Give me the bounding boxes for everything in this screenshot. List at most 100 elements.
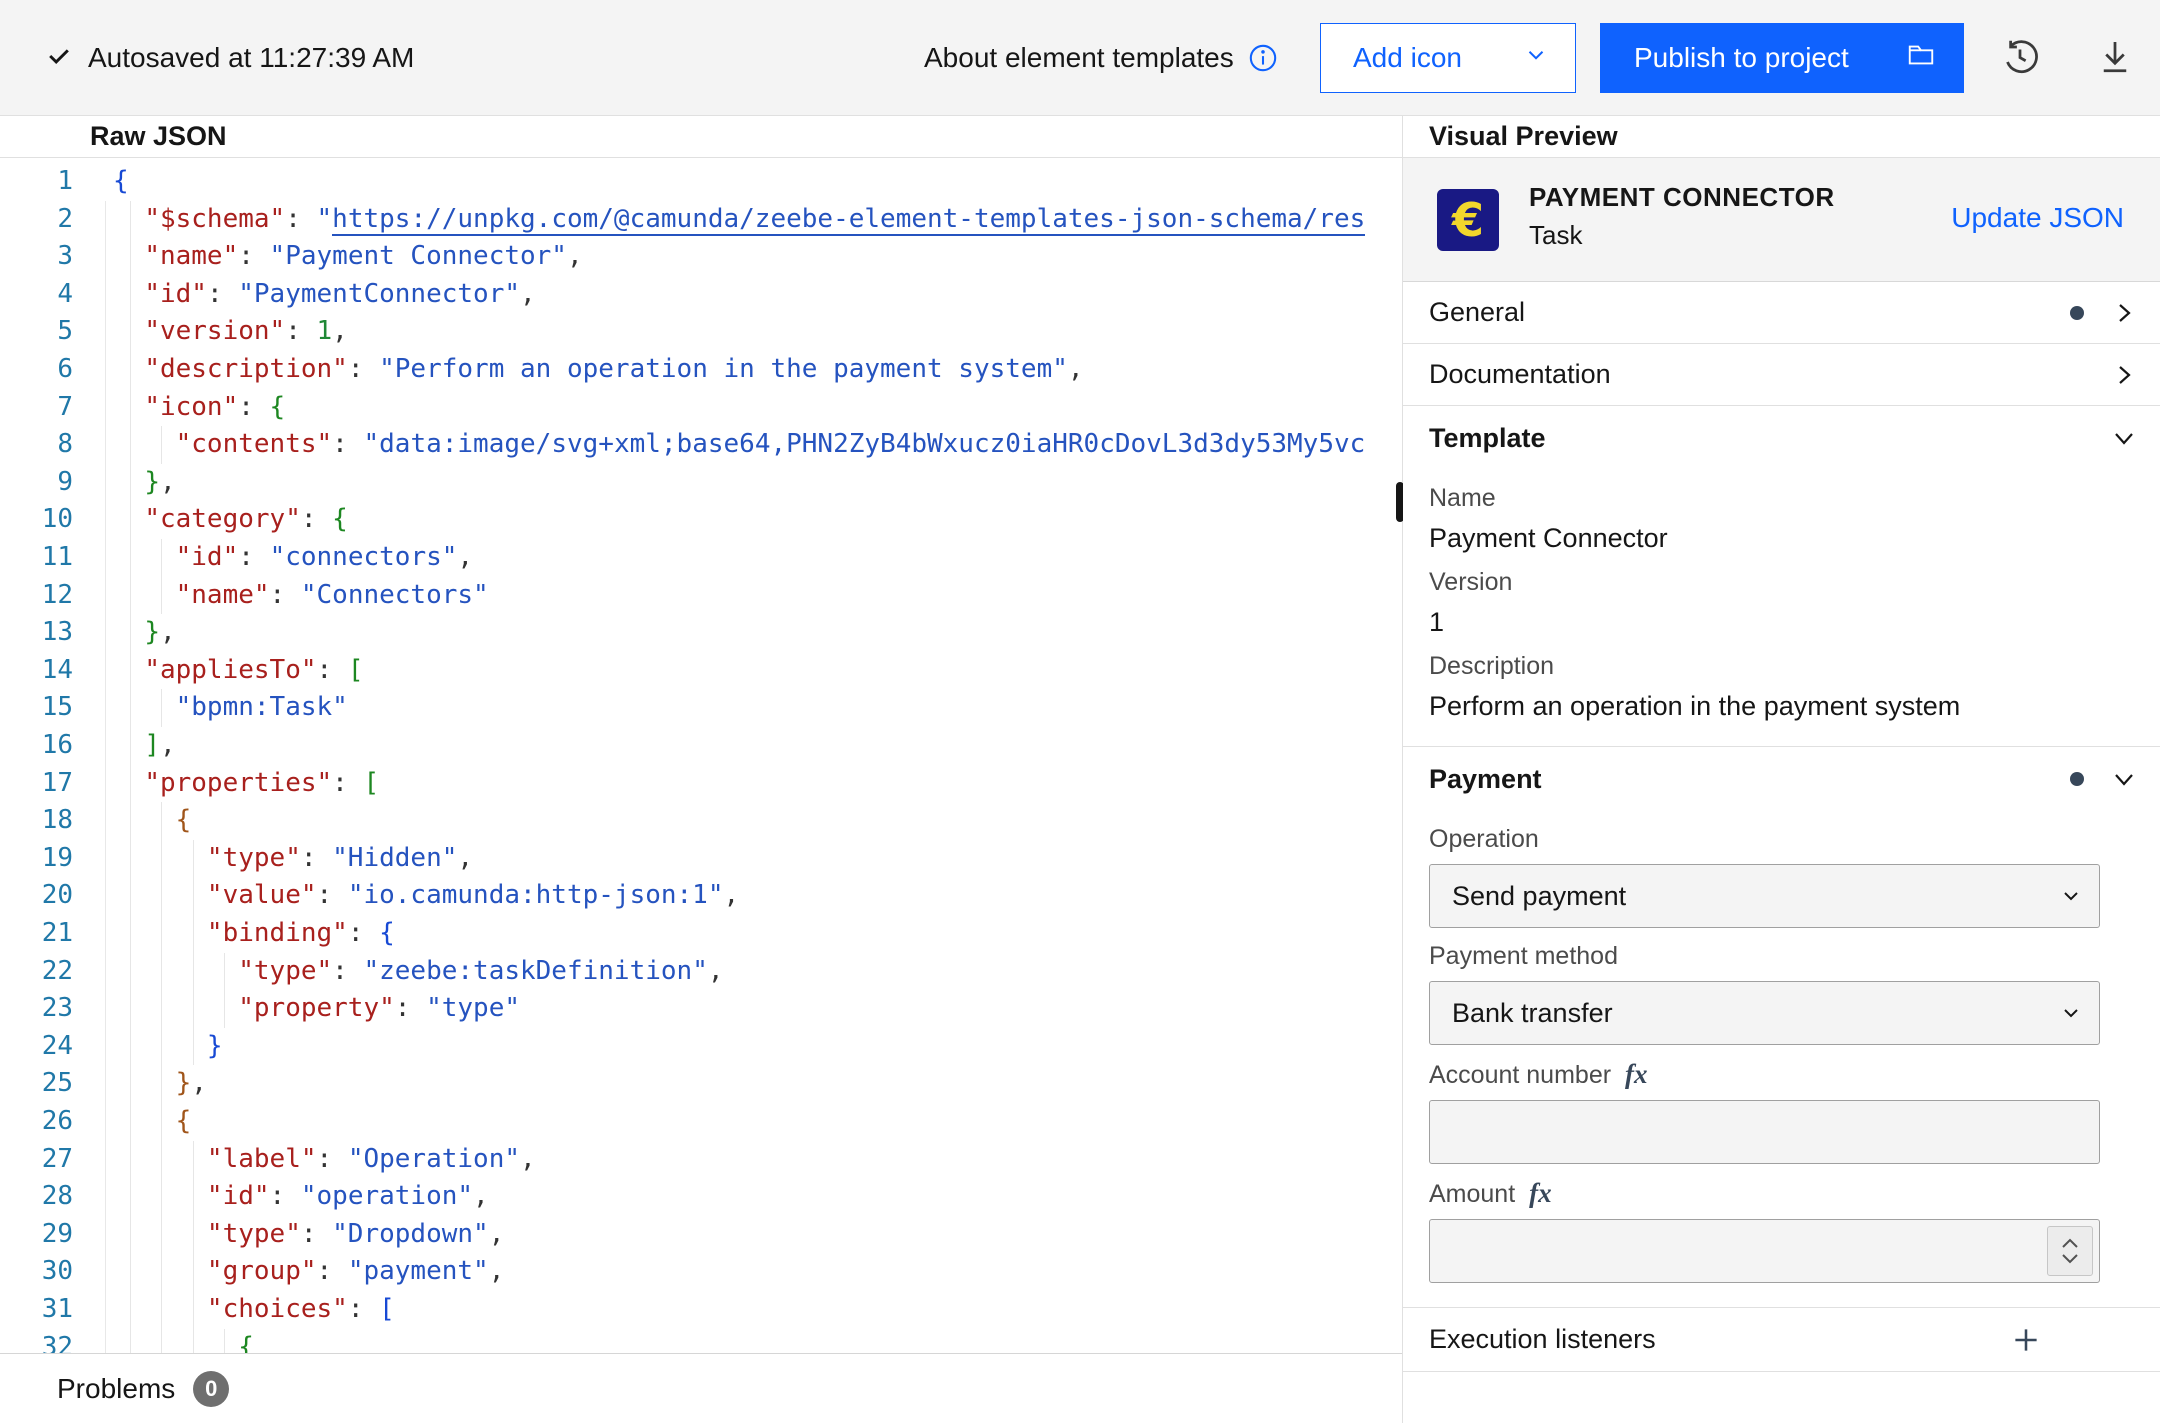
line-number: 13 [41,617,73,648]
publish-to-project-button[interactable]: Publish to project [1600,23,1964,93]
code-line-text: "bpmn:Task" [175,692,348,723]
account-number-label-text: Account number [1429,1061,1612,1089]
code-line-text: "name": "Connectors" [175,579,489,610]
account-number-label: Account number fx [1429,1059,2134,1090]
line-number: 3 [57,241,73,272]
code-line: 7 "icon": { [0,388,1402,427]
code-line: 26 { [0,1103,1402,1141]
problems-toggle[interactable]: Problems 0 [57,1354,230,1424]
line-number: 1 [57,166,73,196]
code-line: 19 "type": "Hidden", [0,839,1402,878]
element-euro-icon: € [1437,189,1499,251]
line-number: 25 [41,1068,73,1099]
code-line: 28 "id": "operation", [0,1178,1402,1216]
code-line-text: "id": "operation", [206,1181,489,1212]
line-number: 4 [57,278,73,309]
raw-json-editor[interactable]: 1{2 "$schema": "https://unpkg.com/@camun… [0,158,1402,1353]
code-line: 31 "choices": [ [0,1291,1402,1329]
code-line: 32 { [0,1328,1402,1353]
version-history-icon[interactable] [1999,37,2041,79]
code-line: 27 "label": "Operation", [0,1140,1402,1179]
modified-dot-icon [2070,305,2084,320]
code-line-text: "category": { [144,504,348,535]
code-line: 24 } [0,1027,1402,1066]
code-line: 21 "binding": { [0,915,1402,953]
code-line-text: }, [144,466,176,497]
code-line: 4 "id": "PaymentConnector", [0,275,1402,314]
raw-json-panel-title: Raw JSON [90,121,227,151]
operation-select[interactable]: Send payment [1429,864,2100,928]
template-version-label: Version [1429,568,1513,596]
chevron-down-icon [2108,763,2140,800]
line-number: 19 [41,842,73,873]
code-line-text: "property": "type" [238,993,521,1024]
account-number-input[interactable] [1430,1101,2099,1163]
group-template-header[interactable]: Template [1429,406,2134,470]
info-icon[interactable] [1248,43,1278,78]
line-number: 9 [57,466,73,497]
amount-field-wrap [1429,1219,2100,1283]
code-line: 30 "group": "payment", [0,1253,1402,1291]
number-stepper[interactable] [2047,1226,2093,1276]
payment-method-select[interactable]: Bank transfer [1429,981,2100,1045]
code-line: 22 "type": "zeebe:taskDefinition", [0,952,1402,991]
code-line-text: "version": 1, [144,316,348,347]
line-number: 28 [41,1181,73,1212]
folder-icon [1906,40,1936,77]
add-icon-button[interactable]: Add icon [1320,23,1576,93]
code-line: 18 { [0,802,1402,840]
group-documentation[interactable]: Documentation [1403,344,2160,406]
group-payment: Payment Operation Send payment Payment m… [1403,747,2160,1308]
update-json-link[interactable]: Update JSON [1951,202,2124,234]
group-general[interactable]: General [1403,282,2160,344]
line-number: 21 [41,918,73,948]
template-name-value: Payment Connector [1429,523,1668,553]
schema-url-link[interactable]: https://unpkg.com/@camunda/zeebe-element… [332,203,1366,236]
code-line: 12 "name": "Connectors" [0,576,1402,615]
autosave-status: Autosaved at 11:27:39 AM [88,42,415,73]
element-type: Task [1529,220,1583,250]
code-line-text: "group": "payment", [206,1256,505,1287]
line-number: 20 [41,880,73,911]
chevron-right-icon [2108,297,2140,334]
line-number: 23 [41,993,73,1024]
group-template: Template Name Payment Connector Version … [1403,406,2160,747]
line-number: 29 [41,1218,73,1249]
code-line-text: { [175,805,192,836]
code-line: 25 }, [0,1065,1402,1103]
code-line-text: { [113,166,129,196]
code-line-text: "value": "io.camunda:http-json:1", [206,880,740,911]
line-number: 30 [41,1256,73,1287]
about-element-templates-link[interactable]: About element templates [924,0,1234,116]
code-line-text: "label": "Operation", [206,1143,536,1174]
fx-icon[interactable]: fx [1625,1059,1648,1090]
code-line: 23 "property": "type" [0,990,1402,1028]
amount-label: Amount fx [1429,1178,2134,1209]
group-execution-listeners[interactable]: Execution listeners [1403,1308,2160,1372]
line-number: 27 [41,1143,73,1174]
line-number: 14 [41,654,73,685]
download-icon[interactable] [2094,37,2136,79]
amount-input[interactable] [1430,1220,2099,1282]
group-general-label: General [1429,297,1526,327]
code-line: 29 "type": "Dropdown", [0,1215,1402,1254]
code-line-text: { [175,1106,192,1136]
visual-preview-panel-title: Visual Preview [1429,121,1618,151]
group-payment-header[interactable]: Payment [1429,747,2134,811]
add-listener-plus-icon[interactable] [2009,1323,2043,1357]
code-line: 10 "category": { [0,501,1402,539]
group-documentation-label: Documentation [1429,359,1611,389]
line-number: 32 [41,1331,73,1353]
code-line: 14 "appliesTo": [ [0,651,1402,690]
payment-method-select-value: Bank transfer [1452,997,1613,1028]
code-line: 1{ [0,163,1402,201]
account-number-field-wrap [1429,1100,2100,1164]
code-line-text: { [238,1331,254,1353]
code-line-text: "choices": [ [206,1294,395,1324]
code-line: 8 "contents": "data:image/svg+xml;base64… [0,426,1402,464]
autosave-check-icon [44,42,74,77]
code-line-text: }, [144,617,176,648]
group-template-label: Template [1429,422,1546,453]
fx-icon[interactable]: fx [1529,1178,1552,1209]
code-line-text: "binding": { [206,918,395,948]
